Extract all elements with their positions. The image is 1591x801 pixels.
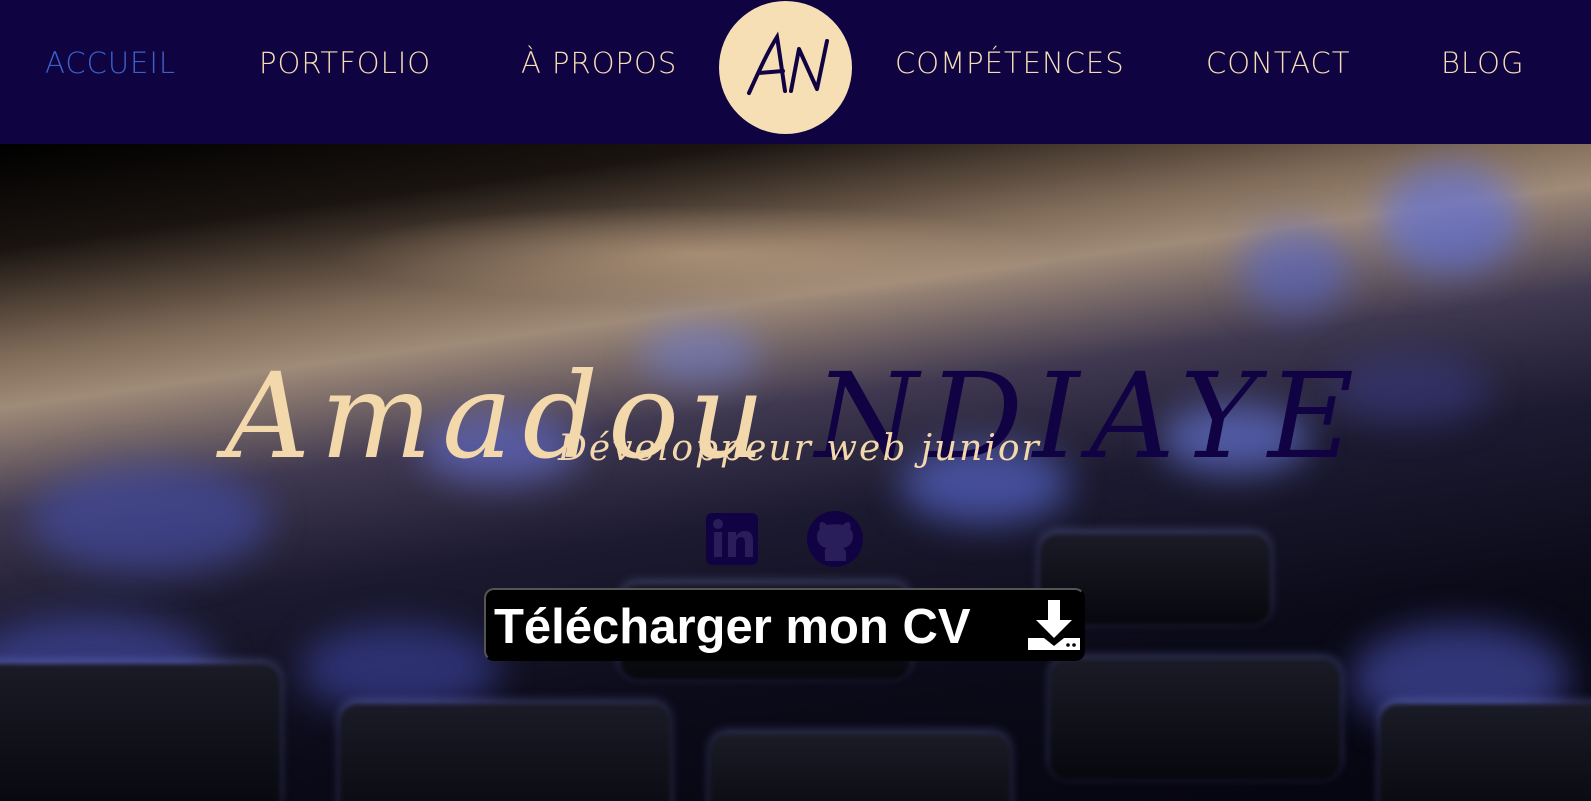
- nav-link-portfolio[interactable]: PORTFOLIO: [259, 43, 431, 83]
- download-icon: [1028, 600, 1080, 650]
- hero-section: Amadou NDIAYE Développeur web junior Télé…: [0, 144, 1591, 801]
- download-cv-label: Télécharger mon CV: [494, 600, 971, 654]
- hero-subtitle: Développeur web junior: [558, 428, 1041, 469]
- logo-monogram-icon: [747, 31, 829, 95]
- download-cv-button[interactable]: Télécharger mon CV: [484, 588, 1085, 661]
- github-link[interactable]: [806, 510, 863, 567]
- nav-link-blog[interactable]: BLOG: [1441, 43, 1524, 83]
- nav-link-a-propos[interactable]: À PROPOS: [521, 43, 677, 83]
- logo[interactable]: [719, 1, 852, 134]
- linkedin-icon: [706, 513, 758, 565]
- navbar: ACCUEIL PORTFOLIO À PROPOS COMPÉTENCES C…: [0, 0, 1591, 144]
- nav-link-competences[interactable]: COMPÉTENCES: [895, 43, 1125, 83]
- github-icon: [807, 511, 863, 567]
- linkedin-link[interactable]: [704, 510, 760, 566]
- nav-link-contact[interactable]: CONTACT: [1206, 43, 1351, 83]
- nav-link-accueil[interactable]: ACCUEIL: [45, 43, 176, 83]
